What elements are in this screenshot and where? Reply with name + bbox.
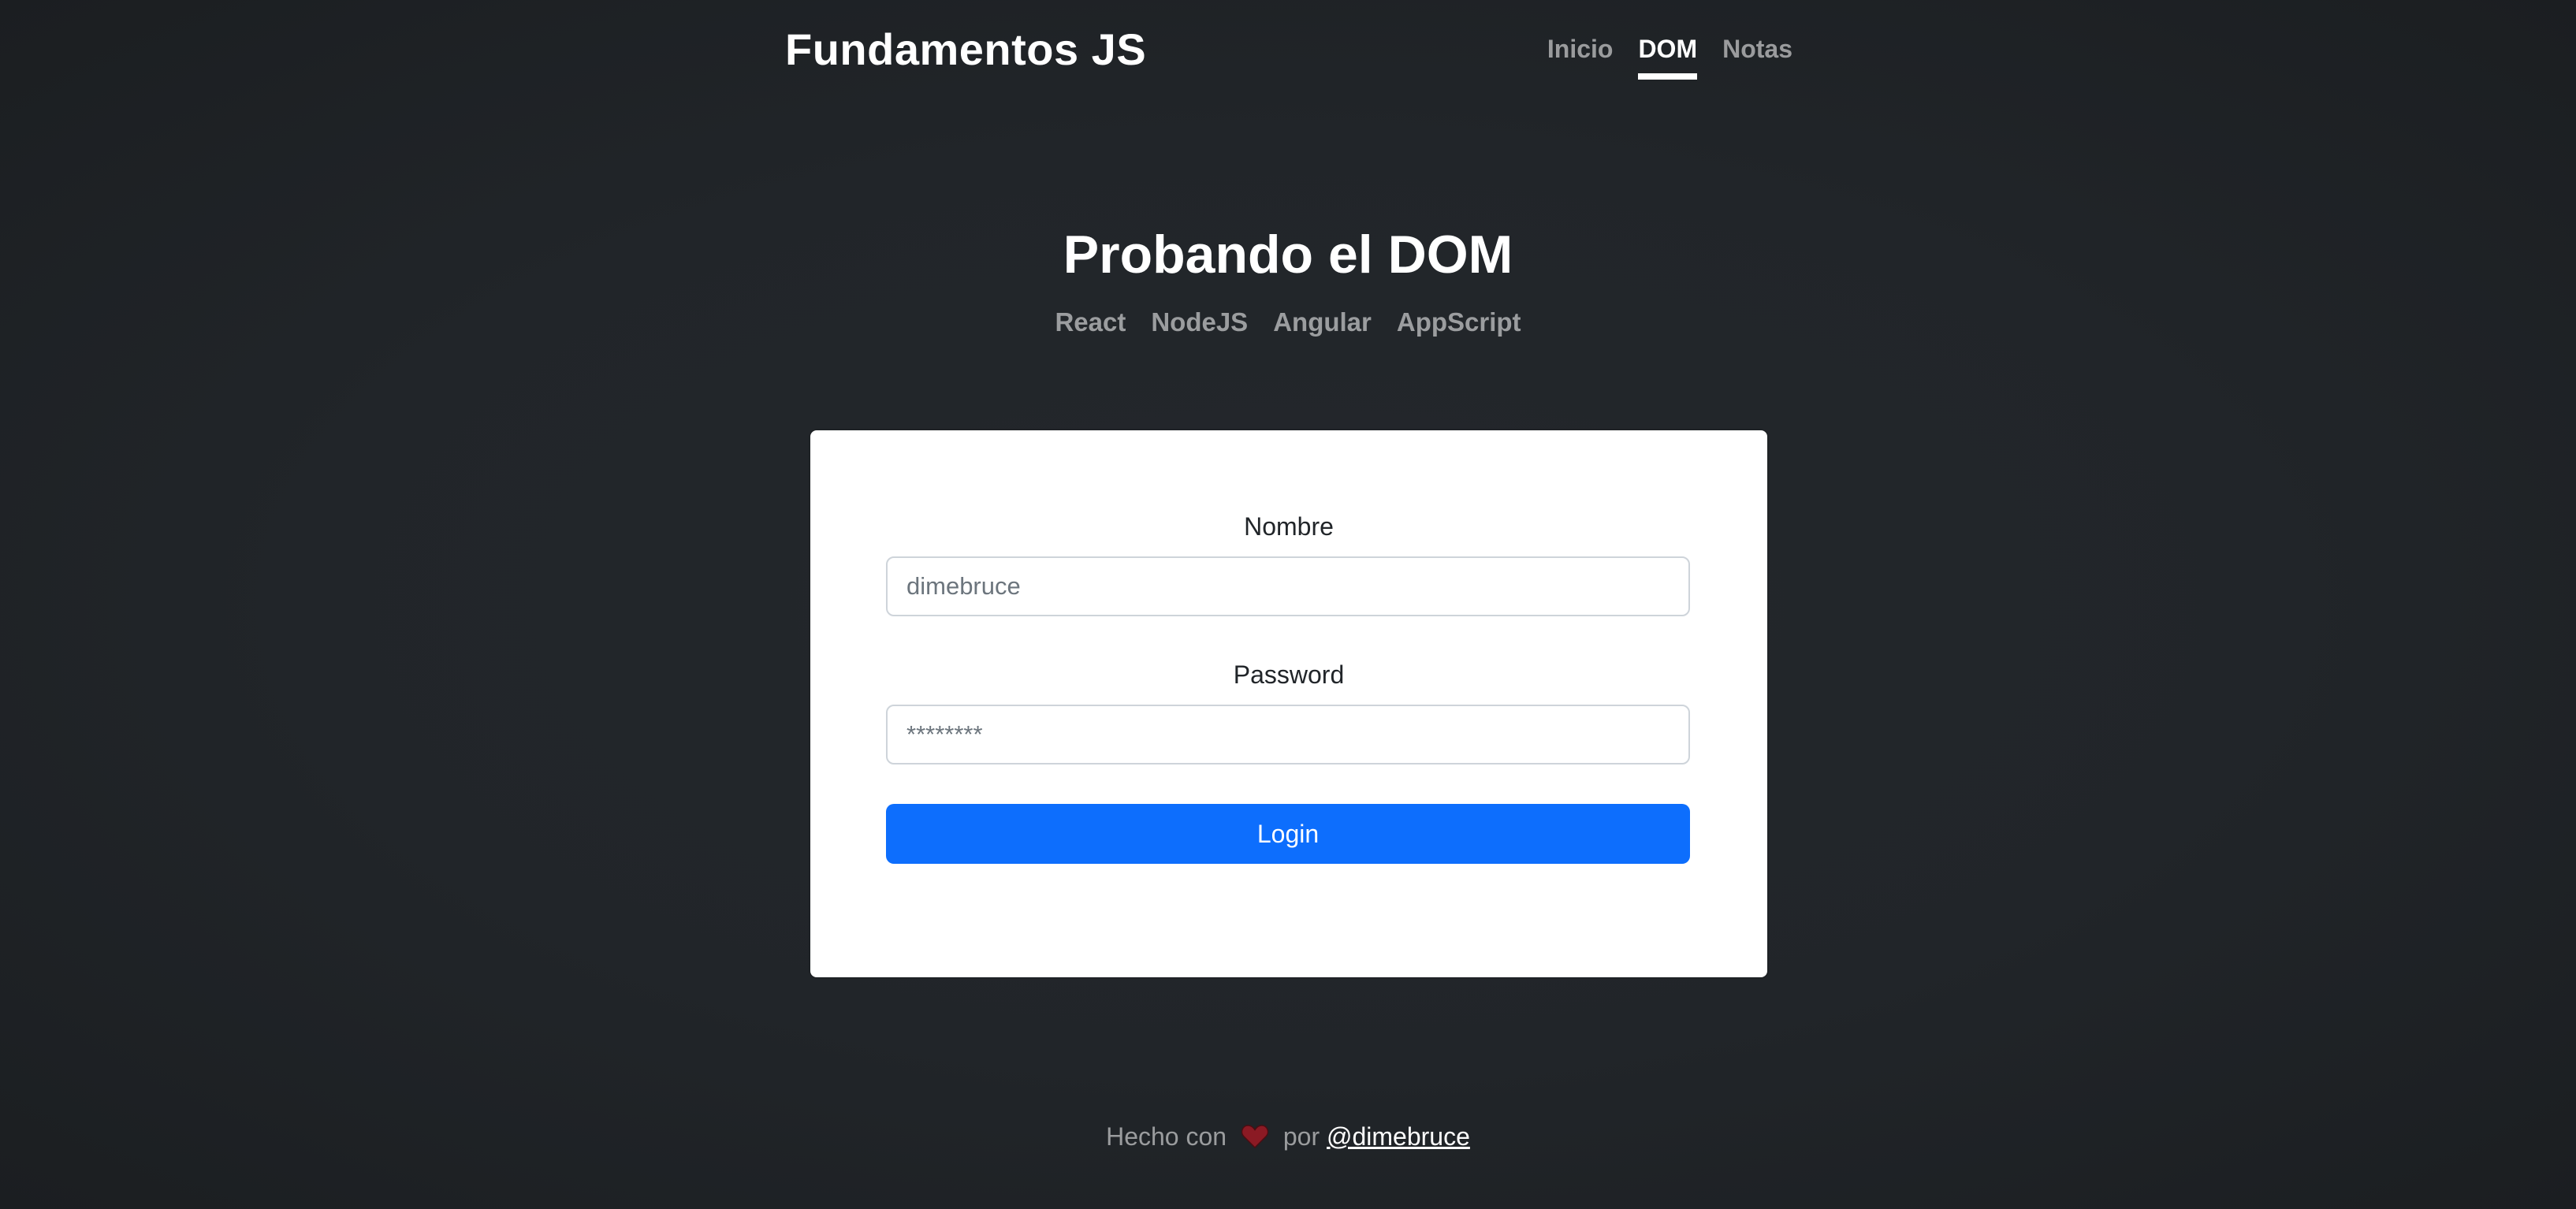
footer-made-with: Hecho con (1106, 1122, 1227, 1151)
password-label: Password (1233, 660, 1345, 689)
site-footer: Hecho con por @dimebruce (0, 1122, 2576, 1155)
brand-title[interactable]: Fundamentos JS (785, 24, 1146, 75)
site-header: Fundamentos JS Inicio DOM Notas (785, 0, 1792, 110)
tech-item-angular: Angular (1273, 307, 1372, 337)
login-card: Nombre Password Login (810, 430, 1767, 977)
heart-icon (1241, 1125, 1269, 1155)
name-input[interactable] (886, 556, 1690, 616)
login-button[interactable]: Login (886, 804, 1690, 864)
tech-item-react: React (1055, 307, 1126, 337)
nav-link-notas[interactable]: Notas (1722, 35, 1792, 80)
password-input[interactable] (886, 705, 1690, 764)
technology-list: React NodeJS Angular AppScript (0, 307, 2576, 337)
nav-link-inicio[interactable]: Inicio (1547, 35, 1614, 80)
main-nav: Inicio DOM Notas (1547, 35, 1792, 80)
tech-item-nodejs: NodeJS (1151, 307, 1249, 337)
footer-by: por (1282, 1122, 1320, 1151)
author-link[interactable]: @dimebruce (1327, 1122, 1470, 1151)
nav-link-dom[interactable]: DOM (1638, 35, 1698, 80)
page-title: Probando el DOM (1063, 225, 1513, 285)
name-label: Nombre (1244, 512, 1334, 541)
tech-item-appscript: AppScript (1396, 307, 1521, 337)
